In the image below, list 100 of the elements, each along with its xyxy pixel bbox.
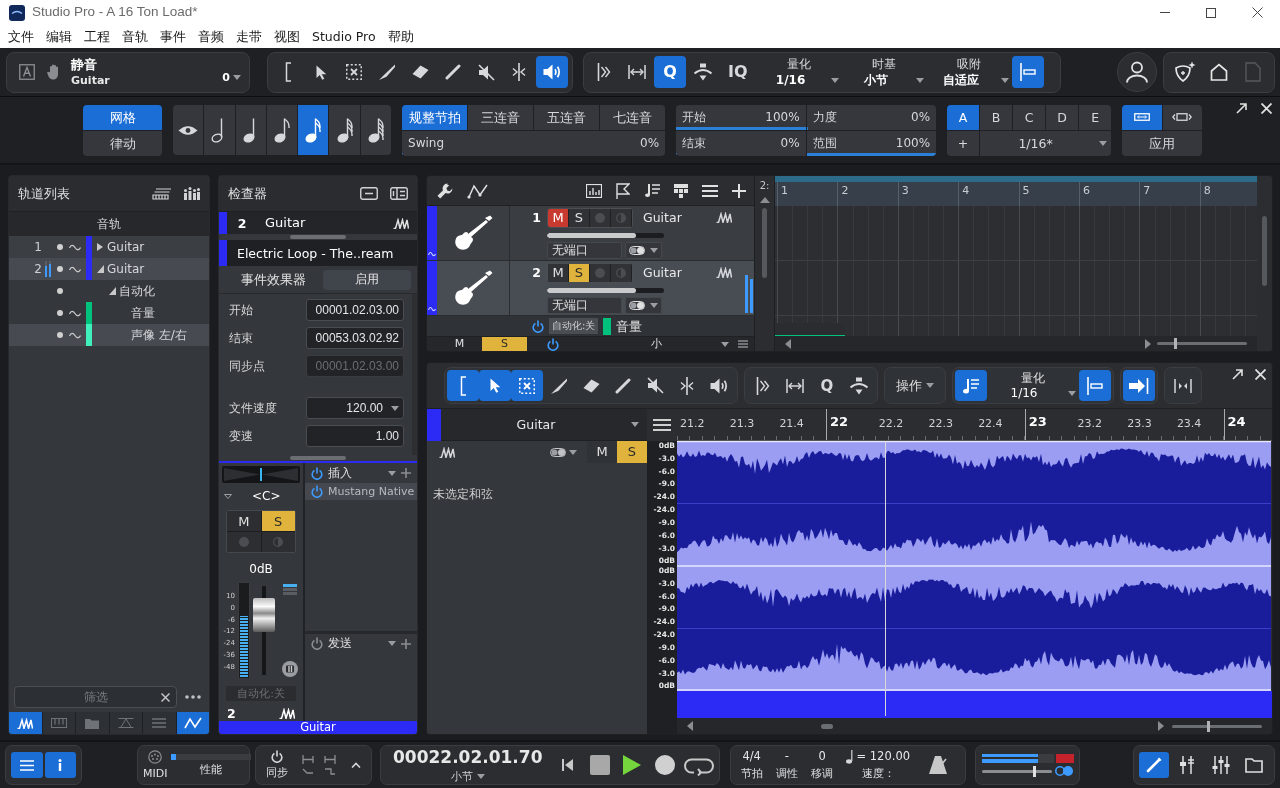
grid-button[interactable] (674, 183, 688, 198)
automation-mode-button[interactable]: 自动化:关 (549, 318, 599, 334)
dropdown[interactable]: 小节 (841, 73, 926, 88)
mode-tab[interactable]: 律动 (83, 130, 162, 156)
mixer-view-button[interactable] (184, 187, 200, 200)
close-panel-button[interactable] (1261, 103, 1272, 114)
solo-button[interactable]: S (569, 263, 590, 282)
letter-tool-button[interactable]: Q (811, 370, 843, 401)
preset-tab[interactable]: C (1013, 104, 1046, 130)
param-slider[interactable]: 范围 100% (806, 130, 937, 156)
note-list-button[interactable] (644, 182, 660, 199)
timing-tab[interactable]: 七连音 (600, 104, 666, 130)
value-field[interactable]: 00053.03.02.92 (306, 327, 404, 349)
lane-menu-button[interactable] (653, 419, 671, 431)
slider-thumb[interactable] (1207, 720, 1210, 732)
fader-knob[interactable] (253, 597, 275, 632)
track-view-button[interactable] (152, 187, 172, 200)
list-button[interactable] (702, 184, 718, 197)
menu-item[interactable]: 文件 (2, 29, 40, 44)
undock-button[interactable] (1236, 103, 1247, 114)
timing-tab[interactable]: 三连音 (468, 104, 534, 130)
add-track-button[interactable] (732, 183, 746, 198)
undock-button[interactable] (1232, 369, 1243, 380)
collapse-view-button[interactable] (360, 187, 378, 200)
value-field[interactable]: 00001.02.03.00 (306, 299, 404, 321)
swing-slider[interactable]: Swing 0% (402, 130, 666, 156)
mode-tab[interactable]: 网格 (83, 104, 162, 130)
value-field[interactable]: 1.00 (306, 425, 404, 447)
clip-indicator[interactable] (1055, 754, 1074, 763)
note-value-button[interactable] (360, 105, 392, 155)
menu-item[interactable]: 帮助 (381, 29, 420, 44)
menu-item[interactable]: 编辑 (40, 29, 78, 44)
mute-button[interactable]: M (548, 263, 569, 282)
scrollbar-thumb[interactable] (821, 723, 833, 729)
note-value-button[interactable] (298, 105, 329, 155)
add-preset-button[interactable]: + (947, 130, 980, 156)
action-dropdown[interactable]: 操作 (884, 367, 946, 404)
preset-dropdown[interactable]: 1/16* (980, 130, 1112, 156)
menu-item[interactable]: 工程 (78, 29, 116, 44)
slider-thumb[interactable] (1032, 765, 1036, 777)
quantize-panel-button[interactable] (955, 370, 987, 401)
port-selector[interactable]: 无端口 (547, 242, 622, 259)
input-toggle-button[interactable] (625, 242, 662, 259)
more-button[interactable] (185, 695, 201, 699)
footer-toggle[interactable]: M (437, 337, 482, 351)
automation-filter-tab[interactable] (176, 712, 209, 734)
menu-item[interactable]: 音频 (192, 29, 230, 44)
account-button[interactable] (1117, 52, 1157, 92)
fx-filter-tab[interactable] (109, 712, 142, 734)
range-tool-button[interactable] (447, 370, 479, 401)
dropdown[interactable]: 1/16 (987, 386, 1079, 401)
info-view-button[interactable] (44, 752, 76, 778)
input-toggle-button[interactable] (550, 447, 577, 457)
menu-item[interactable]: 事件 (154, 29, 192, 44)
meter-button[interactable] (586, 183, 602, 198)
listen-tool-button[interactable] (536, 56, 568, 88)
select-tool-button[interactable] (511, 370, 543, 401)
preset-tab[interactable]: A (947, 104, 980, 130)
dropdown[interactable]: 自适应 (926, 73, 1011, 88)
note-value-button[interactable] (266, 105, 298, 155)
track-size-dropdown[interactable]: 小 (599, 337, 732, 351)
insert-slot[interactable]: Mustang Native (305, 483, 417, 500)
menu-item[interactable]: 音轨 (116, 29, 154, 44)
param-slider[interactable]: 开始 100% (676, 104, 806, 130)
port-selector[interactable]: 无端口 (547, 297, 622, 314)
menu-item[interactable]: 视图 (268, 29, 306, 44)
audio-filter-tab[interactable] (9, 712, 42, 734)
filter-field[interactable]: 筛选 (14, 686, 177, 708)
scrollbar-thumb[interactable] (1262, 216, 1267, 286)
dropdown[interactable]: 1/16 (756, 73, 841, 88)
timeline-ruler[interactable]: 21.2 21.3 21.4 22 22.2 22.3 22.4 23 23.2 23.3 23.4 24 (677, 409, 1272, 441)
menu-item[interactable]: Studio Pro (306, 29, 382, 44)
value-dropdown[interactable]: 0 (222, 71, 241, 85)
track-list-row[interactable]: 自动化 (9, 280, 209, 302)
slider-thumb[interactable] (1174, 338, 1177, 349)
channel-mode-button[interactable] (281, 661, 298, 678)
param-slider[interactable]: 力度 0% (806, 104, 937, 130)
menu-item[interactable]: 走带 (230, 29, 268, 44)
scrollbar-thumb[interactable] (762, 208, 767, 278)
folder-filter-tab[interactable] (76, 712, 109, 734)
narrow-mode-button[interactable] (1162, 104, 1203, 130)
track-list-row[interactable]: 声像 左/右 (9, 324, 209, 346)
input-toggle-button[interactable] (625, 297, 662, 314)
timing-tab[interactable]: 规整节拍 (402, 104, 468, 130)
edit-panel-button[interactable] (1139, 752, 1169, 778)
split-view-button[interactable] (390, 187, 408, 200)
automation-button[interactable] (467, 182, 489, 199)
volume-slider[interactable] (547, 287, 664, 293)
mute-button[interactable]: M (587, 441, 617, 463)
solo-button[interactable]: S (617, 441, 647, 463)
solo-button[interactable]: S (261, 511, 295, 532)
footer-toggle[interactable]: S (482, 337, 527, 351)
preset-tab[interactable]: B (980, 104, 1013, 130)
volume-slider[interactable] (547, 232, 664, 238)
timeline-ruler[interactable]: 1 2 3 4 5 6 7 8 (775, 176, 1257, 206)
param-slider[interactable]: 结束 0% (676, 130, 806, 156)
solo-button[interactable]: S (569, 208, 590, 227)
splitter-handle[interactable] (290, 235, 346, 239)
track-header[interactable]: 2 M S Guitar 无端口 (427, 261, 754, 316)
letter-tool-button[interactable]: IQ (720, 56, 756, 88)
